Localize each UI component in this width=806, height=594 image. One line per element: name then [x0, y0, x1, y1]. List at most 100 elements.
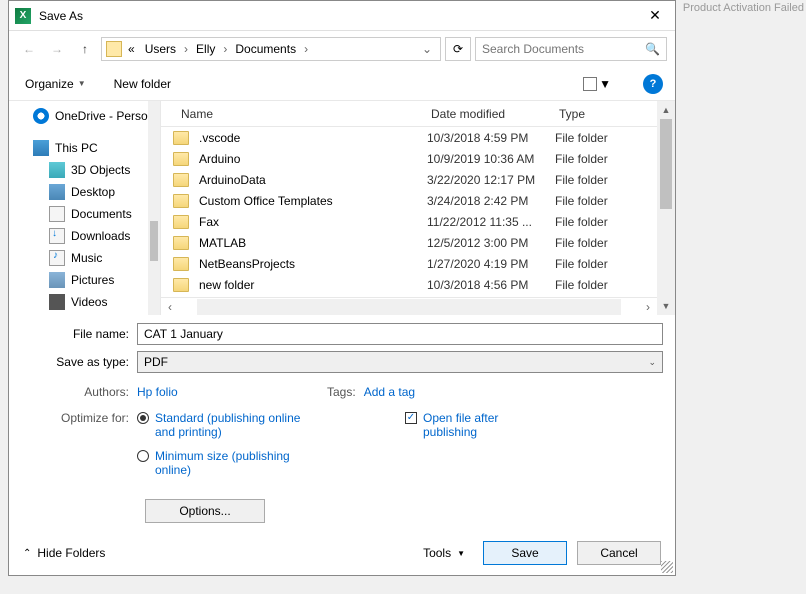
column-date[interactable]: Date modified — [423, 103, 551, 125]
refresh-button[interactable]: ⟳ — [445, 37, 471, 61]
sidebar-item-downloads[interactable]: Downloads — [9, 225, 160, 247]
sidebar-item-this-pc[interactable]: This PC — [9, 137, 160, 159]
titlebar: X Save As ✕ — [9, 1, 675, 31]
saveastype-value: PDF — [144, 355, 168, 369]
radio-standard[interactable]: Standard (publishing online and printing… — [137, 411, 305, 439]
sidebar-item-label: 3D Objects — [71, 163, 130, 177]
optimize-label: Optimize for: — [21, 411, 129, 523]
file-row[interactable]: Fax11/22/2012 11:35 ...File folder — [161, 211, 657, 232]
authors-value[interactable]: Hp folio — [137, 385, 178, 399]
sidebar-scrollbar[interactable] — [148, 101, 160, 315]
radio-minimum[interactable]: Minimum size (publishing online) — [137, 449, 305, 477]
sidebar-item-music[interactable]: Music — [9, 247, 160, 269]
file-name: Arduino — [199, 152, 427, 166]
address-dropdown[interactable]: ⌄ — [418, 42, 436, 56]
file-date: 10/3/2018 4:56 PM — [427, 278, 555, 292]
vertical-scrollbar[interactable]: ▲ ▼ — [657, 101, 675, 315]
crumb-documents[interactable]: Documents — [231, 40, 300, 58]
folder-icon — [173, 131, 189, 145]
file-row[interactable]: NetBeansProjects1/27/2020 4:19 PMFile fo… — [161, 253, 657, 274]
organize-button[interactable]: Organize ▼ — [21, 73, 90, 95]
scroll-up-icon[interactable]: ▲ — [657, 101, 675, 119]
sidebar-item-onedrive-person[interactable]: OneDrive - Person — [9, 105, 160, 127]
options-button[interactable]: Options... — [145, 499, 265, 523]
resize-grip[interactable] — [661, 561, 673, 573]
file-row[interactable]: Custom Office Templates3/24/2018 2:42 PM… — [161, 190, 657, 211]
file-name: NetBeansProjects — [199, 257, 427, 271]
search-box[interactable]: 🔍 — [475, 37, 667, 61]
navigation-bar: ← → ↑ « Users › Elly › Documents › ⌄ ⟳ 🔍 — [9, 31, 675, 67]
sidebar-item-documents[interactable]: Documents — [9, 203, 160, 225]
doc-icon — [49, 206, 65, 222]
crumb-users[interactable]: Users — [141, 40, 180, 58]
scroll-right-icon[interactable]: › — [639, 300, 657, 314]
close-button[interactable]: ✕ — [641, 2, 669, 30]
tags-value[interactable]: Add a tag — [364, 385, 415, 399]
save-as-dialog: X Save As ✕ ← → ↑ « Users › Elly › Docum… — [8, 0, 676, 576]
save-button[interactable]: Save — [483, 541, 567, 565]
desktop-icon — [49, 184, 65, 200]
excel-icon: X — [15, 8, 31, 24]
file-name: new folder — [199, 278, 427, 292]
hide-folders-button[interactable]: ⌃ Hide Folders — [23, 546, 105, 560]
cloud-icon — [33, 108, 49, 124]
sidebar-item-videos[interactable]: Videos — [9, 291, 160, 313]
new-folder-button[interactable]: New folder — [110, 73, 175, 95]
file-row[interactable]: new folder10/3/2018 4:56 PMFile folder — [161, 274, 657, 295]
checkbox-icon — [405, 412, 417, 424]
column-type[interactable]: Type — [551, 103, 651, 125]
crumb-elly[interactable]: Elly — [192, 40, 219, 58]
file-row[interactable]: ArduinoData3/22/2020 12:17 PMFile folder — [161, 169, 657, 190]
chevron-up-icon: ⌃ — [23, 548, 31, 559]
sidebar-item-pictures[interactable]: Pictures — [9, 269, 160, 291]
footer: ⌃ Hide Folders Tools ▼ Save Cancel — [9, 531, 675, 575]
chevron-down-icon: ▼ — [599, 77, 611, 91]
tools-label: Tools — [423, 546, 451, 560]
file-name: .vscode — [199, 131, 427, 145]
bottom-panel: File name: Save as type: PDF ⌄ Authors: … — [9, 315, 675, 531]
up-button[interactable]: ↑ — [73, 37, 97, 61]
sidebar-item-3d-objects[interactable]: 3D Objects — [9, 159, 160, 181]
chevron-down-icon: ⌄ — [648, 357, 656, 368]
file-date: 1/27/2020 4:19 PM — [427, 257, 555, 271]
sidebar: OneDrive - Person This PC 3D Objects Deskto… — [9, 101, 161, 315]
help-button[interactable]: ? — [643, 74, 663, 94]
scroll-down-icon[interactable]: ▼ — [657, 297, 675, 315]
address-bar[interactable]: « Users › Elly › Documents › ⌄ — [101, 37, 441, 61]
forward-button[interactable]: → — [45, 37, 69, 61]
activation-status: Product Activation Failed — [683, 2, 804, 14]
column-name[interactable]: Name — [173, 103, 423, 125]
file-list: Name Date modified Type .vscode10/3/2018… — [161, 101, 657, 315]
file-list-body: .vscode10/3/2018 4:59 PMFile folderArdui… — [161, 127, 657, 297]
search-icon: 🔍 — [645, 42, 660, 56]
music-icon — [49, 250, 65, 266]
sidebar-item-label: Downloads — [71, 229, 130, 243]
scroll-thumb[interactable] — [660, 119, 672, 209]
file-date: 11/22/2012 11:35 ... — [427, 215, 555, 229]
scroll-left-icon[interactable]: ‹ — [161, 300, 179, 314]
sidebar-item-desktop[interactable]: Desktop — [9, 181, 160, 203]
file-row[interactable]: .vscode10/3/2018 4:59 PMFile folder — [161, 127, 657, 148]
file-row[interactable]: Arduino10/9/2019 10:36 AMFile folder — [161, 148, 657, 169]
sidebar-item-label: Pictures — [71, 273, 114, 287]
back-button[interactable]: ← — [17, 37, 41, 61]
file-row[interactable]: MATLAB12/5/2012 3:00 PMFile folder — [161, 232, 657, 253]
dialog-title: Save As — [39, 9, 641, 23]
file-date: 12/5/2012 3:00 PM — [427, 236, 555, 250]
filename-input[interactable] — [137, 323, 663, 345]
file-date: 3/22/2020 12:17 PM — [427, 173, 555, 187]
search-input[interactable] — [482, 42, 645, 56]
checkbox-open-after[interactable]: Open file after publishing — [405, 411, 543, 439]
file-name: Custom Office Templates — [199, 194, 427, 208]
sidebar-item-label: Documents — [71, 207, 132, 221]
cancel-button[interactable]: Cancel — [577, 541, 661, 565]
folder-icon — [173, 152, 189, 166]
tools-button[interactable]: Tools ▼ — [415, 542, 473, 564]
crumb-prefix[interactable]: « — [124, 40, 139, 58]
horizontal-scrollbar[interactable]: ‹ › — [161, 297, 657, 315]
view-options-button[interactable]: ▼ — [579, 73, 615, 95]
saveastype-label: Save as type: — [21, 355, 137, 369]
authors-label: Authors: — [21, 385, 129, 399]
folder-icon — [173, 173, 189, 187]
saveastype-select[interactable]: PDF ⌄ — [137, 351, 663, 373]
